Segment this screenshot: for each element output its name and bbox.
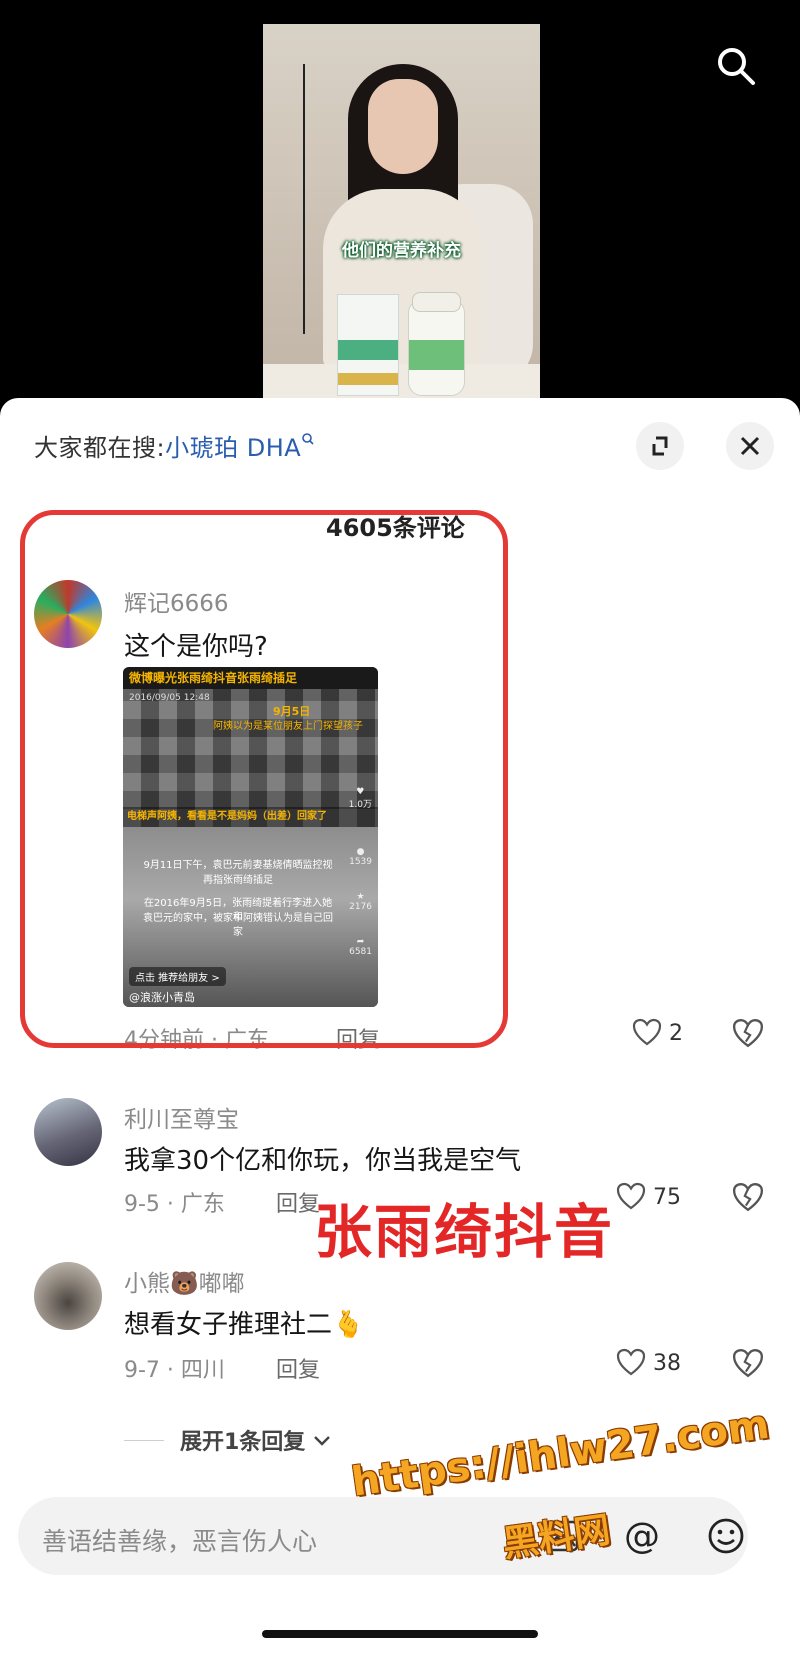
- dislike-icon[interactable]: [732, 1182, 764, 1216]
- search-suggestion-keyword[interactable]: 小琥珀 DHA: [165, 434, 301, 462]
- small-search-icon: [301, 433, 315, 462]
- avatar[interactable]: [34, 1098, 102, 1166]
- product-box: [337, 294, 399, 396]
- like-count: 38: [653, 1351, 681, 1376]
- reply-button[interactable]: 回复: [276, 1352, 320, 1384]
- lamp: [303, 64, 305, 334]
- heart-icon: [616, 1182, 646, 1210]
- highlight-box: [20, 510, 508, 1048]
- comment-meta: 9-7 · 四川: [124, 1358, 225, 1383]
- like-count: 2: [669, 1021, 683, 1046]
- like-button[interactable]: 2: [632, 1018, 683, 1046]
- comment-text: 我拿30个亿和你玩，你当我是空气: [124, 1146, 522, 1176]
- comment-input-placeholder: 善语结善缘，恶言伤人心: [42, 1527, 318, 1556]
- dislike-icon[interactable]: [732, 1018, 764, 1052]
- comment-text: 想看女子推理社二🫰: [124, 1310, 365, 1340]
- chevron-down-icon: [313, 1430, 331, 1455]
- overlay-title: 张雨绮抖音: [314, 1198, 615, 1266]
- avatar[interactable]: [34, 1262, 102, 1330]
- dislike-icon[interactable]: [732, 1348, 764, 1382]
- emoji-icon[interactable]: [706, 1516, 746, 1560]
- comment-username[interactable]: 小熊🐻嘟嘟: [124, 1264, 245, 1298]
- expand-replies-label: 展开1条回复: [180, 1430, 306, 1455]
- divider: [124, 1440, 164, 1441]
- like-button[interactable]: 38: [616, 1348, 681, 1376]
- like-count: 75: [653, 1185, 681, 1210]
- heart-icon: [632, 1018, 662, 1046]
- expand-replies-button[interactable]: 展开1条回复: [180, 1424, 331, 1456]
- search-suggestion[interactable]: 大家都在搜:小琥珀 DHA: [34, 428, 315, 463]
- like-button[interactable]: 75: [616, 1182, 681, 1210]
- heart-icon: [616, 1348, 646, 1376]
- person-face: [368, 79, 438, 174]
- comment-username[interactable]: 利川至尊宝: [124, 1100, 239, 1134]
- mention-icon[interactable]: @: [624, 1516, 660, 1557]
- search-suggestion-prefix: 大家都在搜:: [34, 434, 166, 462]
- product-bottle: [408, 292, 465, 396]
- video-caption: 他们的营养补充: [342, 241, 461, 261]
- video-player[interactable]: 他们的营养补充: [263, 24, 540, 418]
- search-icon[interactable]: [714, 44, 758, 88]
- comment-meta: 9-5 · 广东: [124, 1192, 225, 1217]
- home-indicator[interactable]: [262, 1630, 538, 1638]
- expand-icon[interactable]: [636, 422, 684, 470]
- close-icon[interactable]: [726, 422, 774, 470]
